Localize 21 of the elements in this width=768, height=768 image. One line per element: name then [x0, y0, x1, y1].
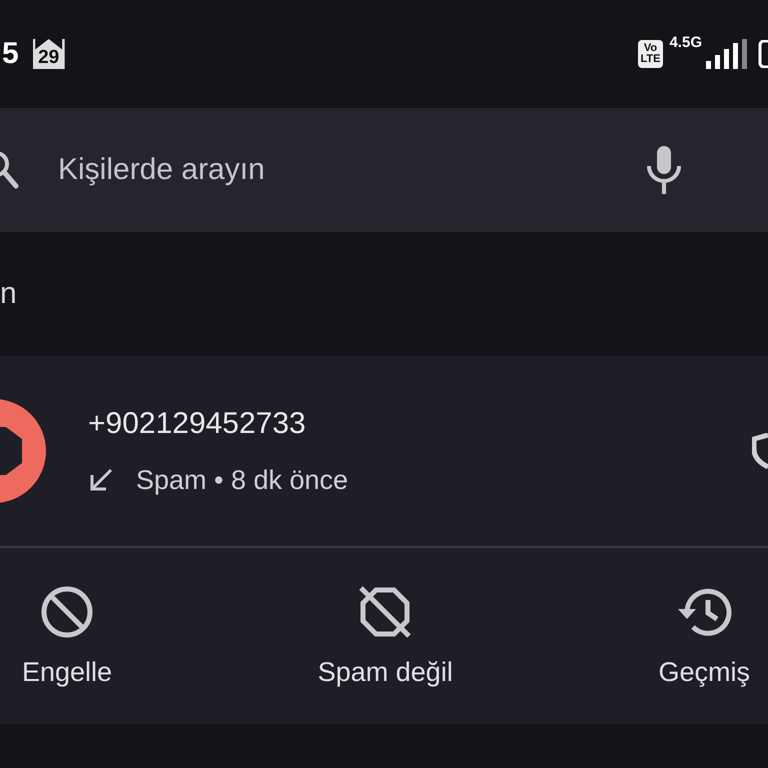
- action-button[interactable]: Geçmiş: [654, 548, 754, 724]
- battery-icon: [758, 40, 768, 68]
- incoming-call-icon: [88, 467, 114, 493]
- call-card[interactable]: +902129452733 Spam • 8 dk önce: [0, 356, 768, 548]
- network-type: 4.5G: [669, 34, 702, 51]
- action-button[interactable]: Engelle: [18, 548, 116, 724]
- calendar-icon: 29: [32, 39, 65, 69]
- search-field[interactable]: Kişilerde arayın: [58, 153, 606, 187]
- phone-number: +902129452733: [88, 406, 307, 440]
- block-icon: [40, 584, 94, 638]
- call-detail: Spam • 8 dk önce: [136, 464, 348, 496]
- search-icon: [0, 150, 20, 190]
- shield-icon[interactable]: [752, 433, 768, 469]
- octagon-slash-icon: [358, 584, 412, 638]
- spam-avatar-icon: [0, 399, 46, 503]
- volte-icon: Vo LTE: [638, 40, 664, 68]
- microphone-icon[interactable]: [644, 144, 684, 196]
- action-button[interactable]: Spam değil: [314, 548, 457, 724]
- section-header: n: [0, 277, 17, 311]
- status-time: 5: [2, 37, 19, 71]
- signal-icon: [704, 39, 748, 69]
